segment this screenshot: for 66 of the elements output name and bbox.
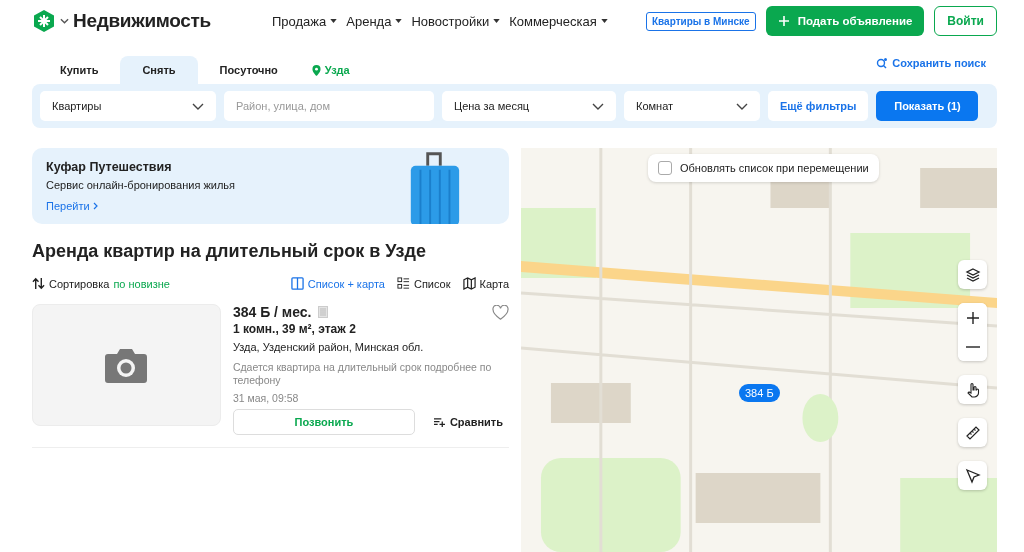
zoom-in-button[interactable] [958,303,987,332]
ruler-button[interactable] [958,418,987,447]
price-dropdown[interactable]: Цена за месяц [442,91,616,121]
sort-label: Сортировка [49,277,110,290]
photo-placeholder[interactable] [32,304,221,426]
address-search-field[interactable]: Район, улица, дом [224,91,434,121]
plus-icon [964,309,981,326]
split-view-icon [290,277,304,290]
caret-icon [493,19,501,23]
add-list-icon [432,416,446,428]
cursor-arrow-icon [964,467,981,484]
ruler-icon [964,424,981,441]
map-icon [462,277,476,290]
deal-tab[interactable]: Посуточно [197,56,300,84]
chevron-down-icon [736,102,748,110]
plus-icon [777,15,790,27]
property-type-dropdown[interactable]: Квартиры [40,91,216,121]
favorite-heart-icon[interactable] [492,304,509,320]
list-icon [396,277,410,290]
chevron-down-icon [592,102,604,110]
update-on-move-checkbox[interactable]: Обновлять список при перемещении [648,154,879,182]
caret-icon [600,19,608,23]
document-icon [317,306,328,318]
location-pin-icon [311,64,321,76]
caret-icon[interactable] [60,18,69,24]
listing-address: Узда, Узденский район, Минская обл. [232,341,425,353]
page-heading: Аренда квартир на длительный срок в Узде [32,241,427,262]
promo-banner[interactable]: Куфар Путешествия Сервис онлайн-бронирования жилья Перейти [32,148,509,224]
minus-icon [965,345,980,348]
promo-link[interactable]: Перейти [46,200,235,212]
listing-date: 31 мая, 09:58 [232,392,300,405]
hand-tool-button[interactable] [958,375,987,404]
promo-title: Куфар Путешествия [46,160,173,174]
nav-menu-item[interactable]: Аренда [346,13,403,29]
layers-icon [964,266,981,283]
deal-tab[interactable]: Снять [120,56,198,84]
view-mode-tab[interactable]: Карта [462,277,509,290]
minsk-link-badge[interactable]: Квартиры в Минске [645,11,756,31]
search-icon [876,57,889,69]
logo-icon[interactable] [32,9,56,33]
navigation-arrow-button[interactable] [958,461,987,490]
save-search-link[interactable]: Сохранить поиск [876,57,986,69]
show-results-button[interactable]: Показать (1) [876,91,979,121]
deal-tab[interactable]: Купить [38,56,121,84]
chevron-right-icon [92,202,98,210]
nav-menu-item[interactable]: Новостройки [411,13,501,29]
listing-price: 384 Б / мес. [232,304,312,320]
nav-menu-item[interactable]: Коммерческая [509,13,608,29]
caret-icon [395,19,403,23]
view-mode-tab[interactable]: Список [396,277,451,290]
camera-icon [104,346,149,384]
chevron-down-icon [192,102,204,110]
logo-text[interactable]: Недвижимость [73,10,211,32]
caret-icon [330,19,338,23]
more-filters-button[interactable]: Ещё фильтры [768,91,869,121]
layers-button[interactable] [958,260,987,289]
compare-button[interactable]: Сравнить [426,415,509,430]
map-price-pin[interactable]: 384 Б [739,384,780,402]
zoom-out-button[interactable] [958,332,987,361]
view-mode-tab[interactable]: Список + карта [290,277,385,290]
listing-description: Сдается квартира на длительный срок подробнее по телефону [232,361,493,388]
nav-menu-item[interactable]: Продажа [272,13,338,29]
listing-details: 1 комн., 39 м², этаж 2 [232,322,357,336]
promo-subtitle: Сервис онлайн-бронирования жилья [46,179,235,191]
rooms-dropdown[interactable]: Комнат [624,91,760,121]
sort-icon[interactable] [32,277,45,290]
